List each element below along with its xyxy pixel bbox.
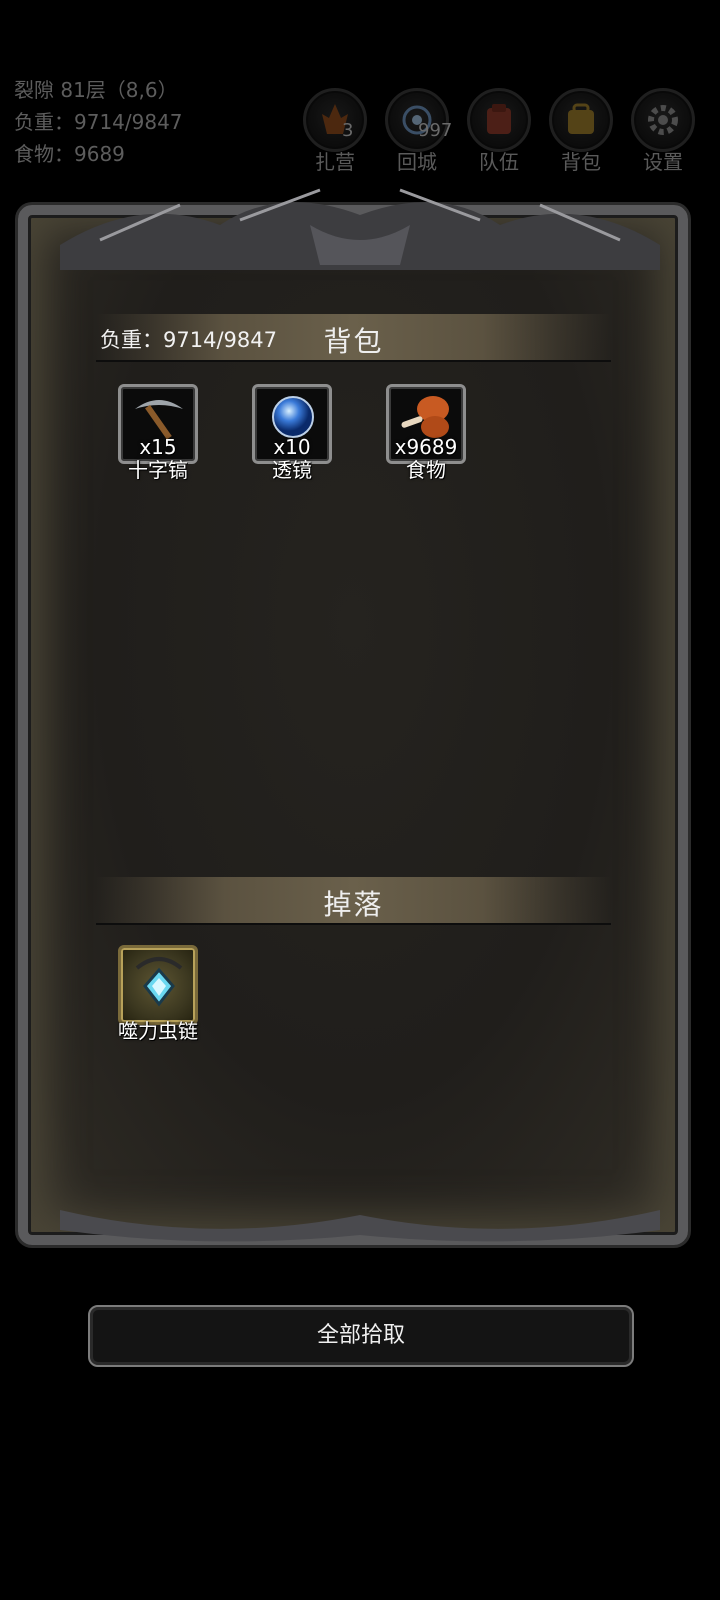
inventory-item-lens[interactable]: x10 透镜 (247, 384, 337, 483)
item-name: 透镜 (272, 458, 312, 482)
weight-status: 负重：9714/9847 (14, 110, 183, 134)
settings-button[interactable]: 设置 (628, 88, 698, 175)
food-status: 食物：9689 (14, 142, 125, 166)
camp-button[interactable]: 3 扎营 (300, 88, 370, 175)
gear-icon (631, 88, 695, 152)
team-icon (467, 88, 531, 152)
item-slot: x10 (252, 384, 332, 464)
top-action-bar: 3 扎营 997 回城 队伍 背包 设置 (300, 88, 710, 174)
item-name: 噬力虫链 (118, 1019, 198, 1043)
pickup-all-button[interactable]: 全部拾取 (88, 1305, 634, 1367)
item-name: 食物 (406, 458, 446, 482)
ornate-footer (60, 1210, 660, 1242)
item-slot: x15 (118, 384, 198, 464)
item-slot (118, 945, 198, 1025)
hud-status: 裂隙 81层（8,6） 负重：9714/9847 食物：9689 (14, 74, 183, 170)
drops-header: 掉落 (96, 877, 611, 925)
backpack-button[interactable]: 背包 (546, 88, 616, 175)
campfire-icon (303, 88, 367, 152)
backpack-header: 负重：9714/9847 背包 (96, 314, 611, 362)
drop-item-amulet[interactable]: 噬力虫链 (113, 945, 203, 1044)
inventory-item-food[interactable]: x9689 食物 (381, 384, 471, 483)
inventory-item-pickaxe[interactable]: x15 十字镐 (113, 384, 203, 483)
item-slot: x9689 (386, 384, 466, 464)
amulet-icon (135, 957, 183, 1007)
location-label: 裂隙 81层（8,6） (14, 78, 178, 102)
item-name: 十字镐 (128, 458, 188, 482)
team-button[interactable]: 队伍 (464, 88, 534, 175)
ornate-crest (60, 188, 660, 270)
return-town-button[interactable]: 997 回城 (382, 88, 452, 175)
backpack-title: 背包 (323, 325, 384, 358)
camp-badge: 3 (342, 120, 354, 141)
backpack-icon (549, 88, 613, 152)
drops-title: 掉落 (323, 888, 384, 921)
return-town-badge: 997 (418, 120, 453, 141)
